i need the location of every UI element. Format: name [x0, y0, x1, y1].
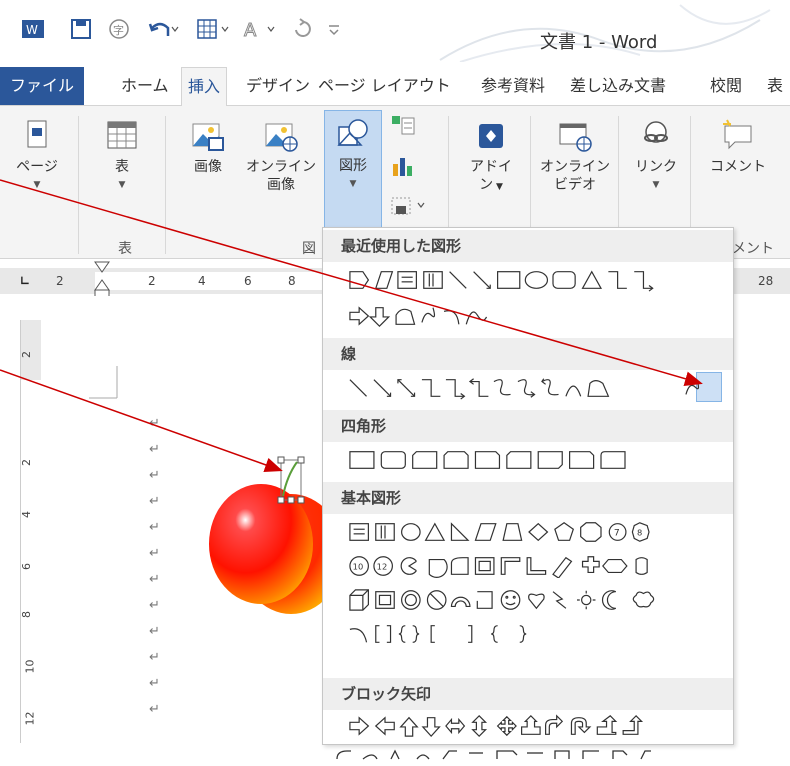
- annotation-arrow-to-shape: [0, 179, 703, 387]
- annotation-arrows: [0, 179, 703, 473]
- block-arrows-row-2[interactable]: [333, 742, 725, 766]
- annotation-arrow-to-stem: [0, 369, 283, 473]
